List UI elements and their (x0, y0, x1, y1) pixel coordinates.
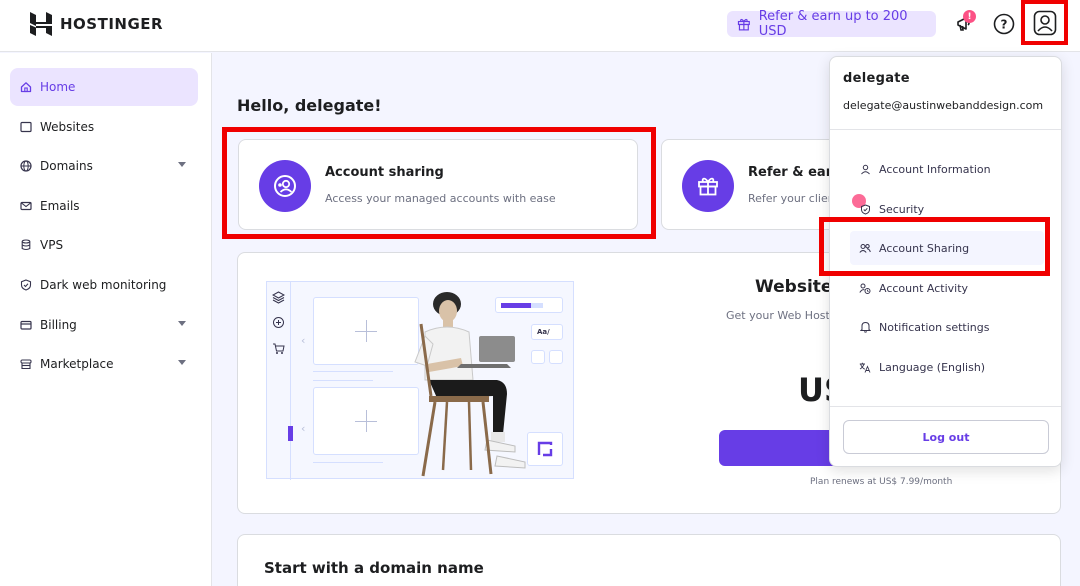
sidebar-item-label: Emails (40, 199, 80, 213)
sidebar-item-marketplace[interactable]: Marketplace (10, 345, 198, 383)
help-button[interactable]: ? (992, 12, 1016, 36)
brand-name: HOSTINGER (60, 15, 164, 33)
sidebar-item-label: Dark web monitoring (40, 278, 167, 292)
divider (830, 406, 1061, 407)
home-icon (20, 81, 32, 93)
shield-check-icon (859, 203, 871, 215)
sidebar: Home Websites Domains Emails VPS Dark we… (0, 53, 212, 586)
chevron-down-icon (178, 321, 186, 326)
hostinger-logo[interactable]: HOSTINGER (30, 12, 163, 36)
help-glyph: ? (1001, 18, 1008, 32)
chevron-left-icon: ‹ (301, 334, 306, 347)
marketplace-icon (20, 358, 32, 370)
sidebar-item-label: Marketplace (40, 357, 114, 371)
promo-renew-text: Plan renews at US$ 7.99/month (810, 477, 953, 487)
gift-icon (682, 160, 734, 212)
menu-item-account-information[interactable]: Account Information (850, 152, 1044, 186)
hostinger-logo-icon (30, 12, 52, 36)
sidebar-item-dark-web-monitoring[interactable]: Dark web monitoring (10, 266, 198, 304)
domain-section: Start with a domain name (237, 534, 1061, 586)
notification-badge: ! (963, 10, 976, 23)
gift-icon (737, 18, 750, 31)
hostinger-builder-logo (527, 432, 563, 466)
menu-item-label: Account Information (879, 162, 991, 176)
sidebar-item-label: VPS (40, 238, 64, 252)
card-description: Refer your clien (748, 192, 835, 205)
help-circle-icon: ? (993, 13, 1015, 35)
menu-item-label: Account Activity (879, 281, 969, 295)
website-icon (20, 121, 32, 133)
chevron-left-icon: ‹ (301, 422, 306, 435)
sidebar-item-billing[interactable]: Billing (10, 306, 198, 344)
top-header: HOSTINGER Refer & earn up to 200 USD ! ? (0, 0, 1080, 52)
menu-item-label: Notification settings (879, 320, 990, 334)
divider (830, 129, 1061, 130)
bell-icon (859, 321, 871, 333)
menu-item-account-activity[interactable]: Account Activity (850, 271, 1044, 305)
highlight-box (222, 127, 656, 239)
page-greeting: Hello, delegate! (237, 96, 382, 115)
illustration-toolbar (267, 282, 293, 480)
account-name: delegate (843, 71, 910, 86)
website-builder-illustration: ‹ ‹ Aa/ (266, 281, 574, 480)
mail-icon (20, 200, 32, 212)
trash-icon (549, 350, 563, 364)
card-title: Refer & earn (748, 165, 842, 180)
sidebar-item-domains[interactable]: Domains (10, 147, 198, 185)
person-with-laptop-illustration (414, 292, 526, 477)
globe-icon (20, 160, 32, 172)
user-activity-icon (859, 282, 871, 294)
chevron-down-icon (178, 360, 186, 365)
sidebar-item-label: Billing (40, 318, 77, 332)
refer-earn-label: Refer & earn up to 200 USD (758, 9, 908, 39)
menu-item-language[interactable]: Language (English) (850, 350, 1044, 384)
refer-earn-button[interactable]: Refer & earn up to 200 USD (727, 9, 936, 39)
logout-button[interactable]: Log out (843, 420, 1049, 454)
promo-subtitle: Get your Web Hosti (726, 309, 833, 322)
sidebar-item-label: Home (40, 80, 76, 94)
translate-icon (859, 361, 871, 373)
sidebar-item-emails[interactable]: Emails (10, 187, 198, 225)
billing-icon (20, 319, 32, 331)
shield-icon (20, 279, 32, 291)
account-email: delegate@austinwebanddesign.com (843, 99, 1044, 112)
illustration-accent-bar (288, 426, 293, 441)
cart-icon (273, 343, 285, 354)
user-avatar-icon (1033, 10, 1056, 35)
menu-item-label: Language (English) (879, 360, 986, 374)
menu-item-notification-settings[interactable]: Notification settings (850, 310, 1044, 344)
domain-section-title: Start with a domain name (264, 559, 484, 577)
sidebar-item-label: Websites (40, 120, 95, 134)
sidebar-item-home[interactable]: Home (10, 68, 198, 106)
sidebar-item-vps[interactable]: VPS (10, 226, 198, 264)
sidebar-item-label: Domains (40, 159, 93, 173)
server-icon (20, 239, 32, 251)
highlight-box (819, 217, 1050, 276)
menu-item-label: Security (879, 202, 925, 216)
user-icon (859, 163, 871, 175)
plus-circle-icon (273, 317, 284, 328)
sidebar-item-websites[interactable]: Websites (10, 108, 198, 146)
layers-icon (272, 291, 285, 304)
chevron-down-icon (178, 162, 186, 167)
account-menu-button[interactable] (1021, 0, 1068, 45)
promo-cta-button[interactable] (719, 430, 839, 466)
